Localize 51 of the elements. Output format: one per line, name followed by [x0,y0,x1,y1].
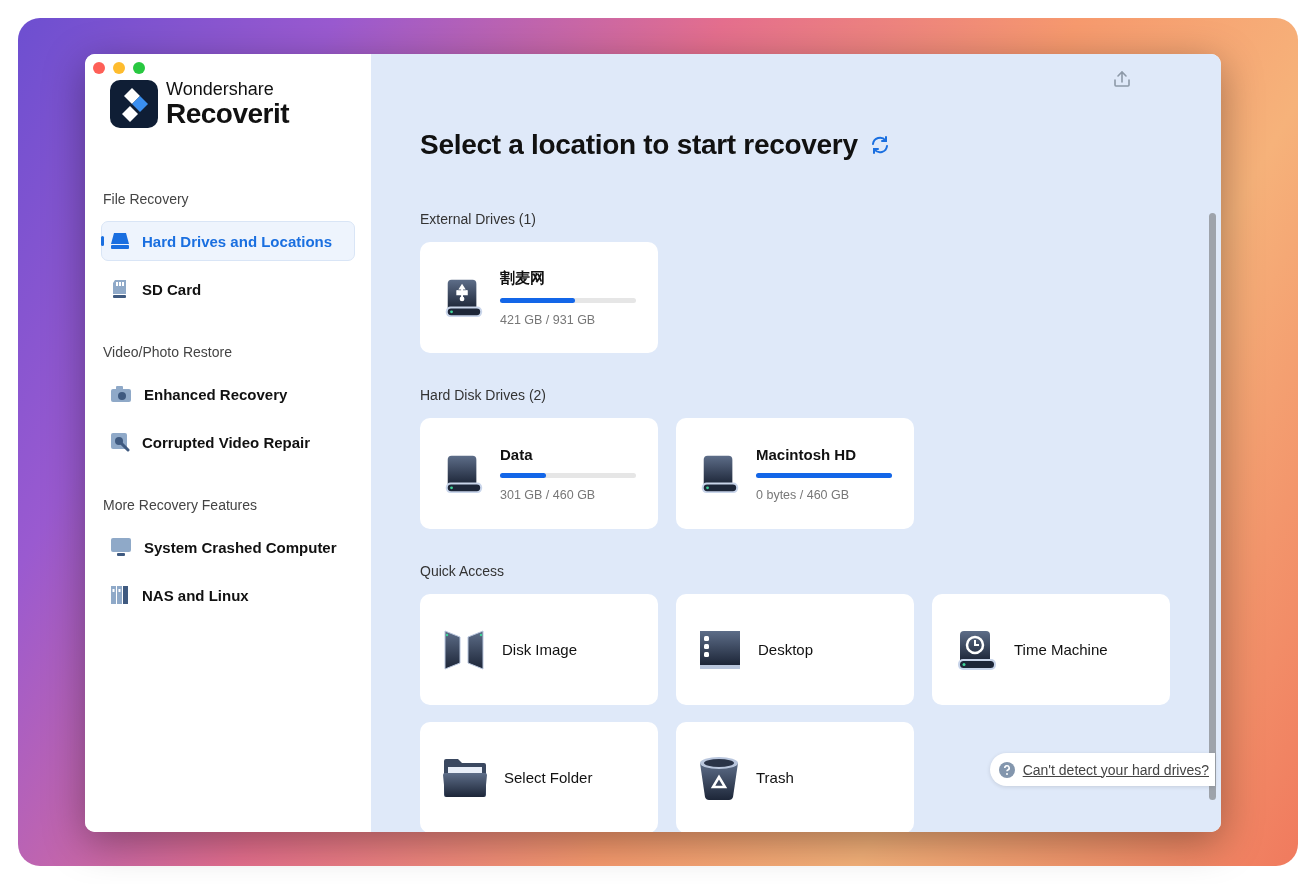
usage-text: 301 GB / 460 GB [500,487,597,502]
product-name: Recoverit [166,100,290,128]
trash-icon [698,754,740,801]
drive-card[interactable]: 割麦网 421 GB / 931 GB [420,242,658,353]
sidebar-item[interactable]: Corrupted Video Repair [101,422,355,462]
sidebar-item[interactable]: SD Card [101,269,355,309]
usage-text: 421 GB / 931 GB [500,312,597,327]
section-heading: Quick Access [420,562,506,581]
location-label: Disk Image [502,641,578,658]
location-card[interactable]: Select Folder [420,722,658,832]
section-heading: External Drives (1) [420,210,537,229]
refresh-button[interactable] [869,135,890,155]
folder-icon [442,756,488,799]
section-heading: More Recovery Features [103,497,259,513]
sidebar-item[interactable]: NAS and Linux [101,575,355,615]
desktop-icon [698,628,742,671]
server-icon [110,585,130,605]
sidebar-item[interactable]: Enhanced Recovery [101,374,355,414]
section-heading: File Recovery [103,191,190,207]
share-button[interactable] [1113,70,1131,88]
drive-card[interactable]: Data 301 GB / 460 GB [420,418,658,529]
monitor-icon [110,537,132,557]
location-card[interactable]: Time Machine [932,594,1170,705]
location-label: Select Folder [504,769,593,786]
section-heading: Hard Disk Drives (2) [420,386,547,405]
sidebar-item[interactable]: Hard Drives and Locations [101,221,355,261]
location-label: Time Machine [1014,641,1108,658]
location-label: Trash [756,769,794,786]
section-heading: Video/Photo Restore [103,344,233,360]
close-button[interactable] [93,62,105,74]
drive-icon [110,232,130,250]
location-card[interactable]: Trash [676,722,914,832]
sidebar-item[interactable]: System Crashed Computer [101,527,355,567]
company-name: Wondershare [166,80,275,98]
scrollbar[interactable] [1209,213,1216,800]
help-link[interactable]: Can't detect your hard drives? [1022,761,1209,778]
location-card[interactable]: Disk Image [420,594,658,705]
minimize-button[interactable] [113,62,125,74]
drive-name: Macintosh HD [756,445,857,463]
location-card[interactable]: Desktop [676,594,914,705]
disk-image-icon [442,627,486,672]
camera-icon [110,385,132,403]
usage-text: 0 bytes / 460 GB [756,487,851,502]
drive-name: Data [500,445,534,463]
zoom-button[interactable] [133,62,145,74]
drive-name: 割麦网 [500,268,546,288]
app-logo-icon [110,80,158,128]
page-title: Select a location to start recovery [420,129,858,161]
drive-card[interactable]: Macintosh HD 0 bytes / 460 GB [676,418,914,529]
help-icon [998,761,1015,778]
location-label: Desktop [758,641,814,658]
